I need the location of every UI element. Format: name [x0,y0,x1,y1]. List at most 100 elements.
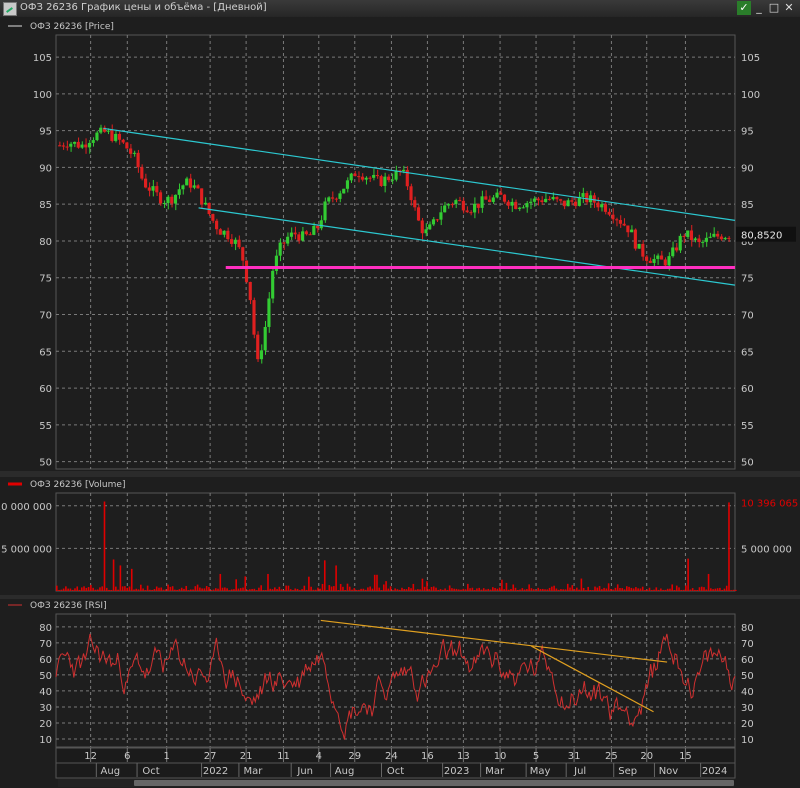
rsi-tick-left: 70 [39,639,52,650]
volume-bar [530,588,533,591]
window-titlebar[interactable]: ОФЗ 26236 График цены и объёма - [Дневно… [0,0,800,18]
volume-bar [385,581,387,591]
price-candle [641,243,645,257]
volume-bar [564,589,567,591]
price-tick-right: 70 [741,311,754,322]
month-tick-label: Oct [387,766,404,777]
volume-bar [703,587,705,591]
volume-bar [516,590,519,591]
price-candle [551,196,555,200]
price-tick-left: 105 [33,53,52,64]
price-candle [469,212,473,214]
volume-bar [628,586,630,591]
month-tick-label: Aug [335,766,355,777]
volume-bar [630,587,633,591]
volume-bar [666,588,669,591]
price-candle [514,201,518,209]
horizontal-scrollbar[interactable] [58,779,734,787]
volume-bar [203,588,206,591]
price-tick-left: 85 [39,200,52,211]
volume-bar [285,585,287,591]
price-candle [727,237,731,239]
volume-bar [87,587,90,591]
volume-bar [335,565,337,591]
volume-bar [378,587,381,591]
price-tick-left: 60 [39,384,52,395]
volume-bar [455,588,458,591]
volume-bar [96,589,99,591]
price-candle [312,225,316,235]
volume-bar [716,588,719,591]
day-tick-label: 27 [204,751,217,762]
volume-bar [603,587,605,591]
volume-bar [557,589,560,591]
volume-bar [303,585,306,591]
price-candle [645,256,649,261]
volume-bar [144,590,147,591]
price-candle [652,258,656,263]
rsi-tick-left: 40 [39,687,52,698]
minimize-button[interactable]: _ [752,1,766,15]
volume-bar [648,587,651,591]
volume-bar [637,588,639,591]
price-candle [215,220,219,230]
volume-bar [276,589,278,591]
volume-bar [537,587,540,591]
price-candle [173,194,178,204]
volume-bar [85,587,88,591]
price-candle [308,234,312,236]
rsi-tick-right: 70 [741,639,754,650]
price-candle [342,188,346,194]
volume-bar [712,589,714,591]
volume-bar [725,585,728,591]
price-candle [540,200,544,203]
volume-bar [369,586,371,591]
price-candle [158,192,163,204]
volume-bar [242,587,244,591]
price-candle [129,148,133,154]
volume-bar [614,587,617,591]
volume-bar [623,589,626,591]
volume-bar [94,589,97,591]
price-candle [413,200,417,208]
price-candle [278,242,282,256]
price-candle [671,247,675,257]
price-candle [286,236,290,244]
price-candle [446,204,450,206]
volume-bar [155,586,158,591]
volume-bar [121,586,124,591]
price-candle [409,186,413,201]
price-candle [435,219,439,221]
volume-bar [541,588,544,591]
price-candle [84,144,88,148]
volume-bar [158,587,160,591]
price-candle [566,200,570,207]
app-badge-icon[interactable]: ✓ [737,1,751,15]
volume-bar [135,588,138,591]
month-tick-label: Oct [142,766,159,777]
rsi-tick-left: 50 [39,671,52,682]
price-candle [301,231,305,241]
price-candle [289,232,293,237]
chart-canvas[interactable]: 12 6 1 27 21 11 4 29 24 16 13 10 5 31 25 20 15Aug Oct 2022… [0,17,800,788]
volume-bar [566,583,569,591]
price-candle [465,210,469,213]
volume-bar [305,589,308,591]
price-candle [177,189,181,195]
volume-bar [373,574,376,591]
price-tick-right: 60 [741,384,754,395]
volume-bar [576,587,578,591]
close-button[interactable]: ✕ [782,1,796,15]
price-tick-left: 90 [39,163,52,174]
price-tick-right: 105 [741,53,760,64]
volume-bar [685,585,687,591]
price-candle [121,139,125,143]
rsi-tick-right: 10 [741,735,754,746]
maximize-button[interactable]: □ [767,1,781,15]
volume-bar [244,576,247,591]
volume-bar [296,588,299,591]
volume-bar [417,589,419,591]
price-candle [536,198,540,201]
scrollbar-thumb[interactable] [134,780,734,786]
volume-bar [496,588,499,591]
